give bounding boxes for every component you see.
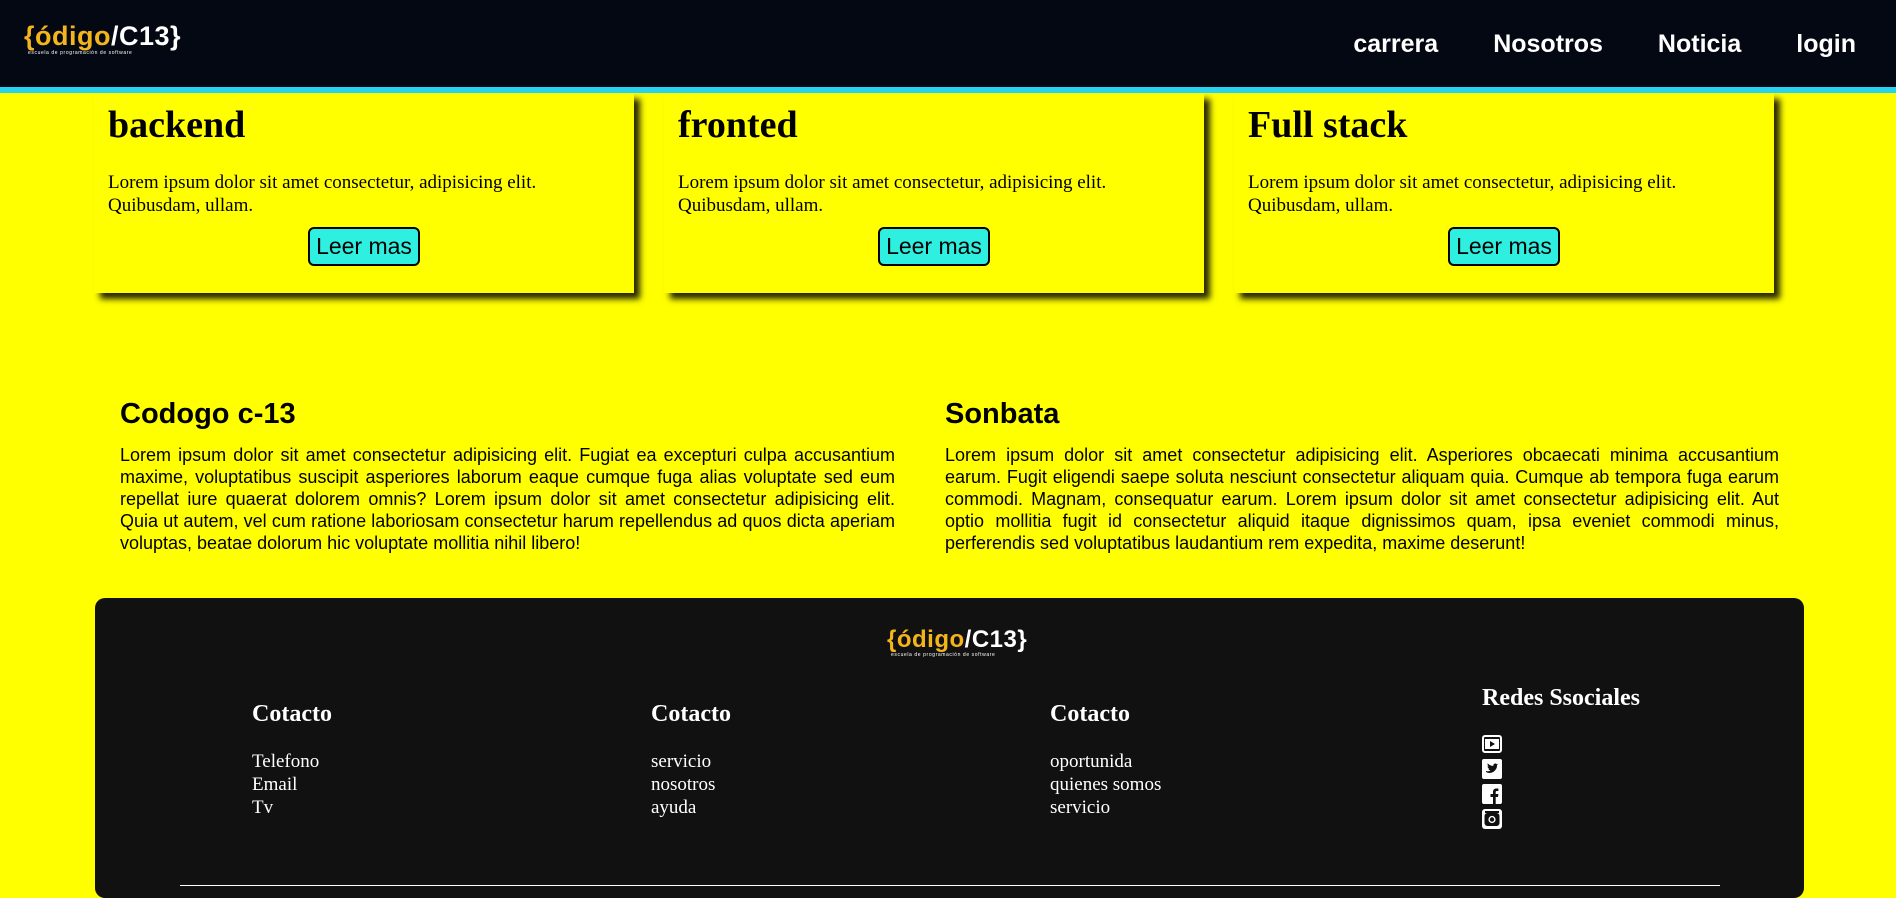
- footer-column-title: Cotacto: [651, 701, 731, 727]
- twitter-icon[interactable]: [1482, 759, 1502, 779]
- logo-wordmark-yellow: {ódigo: [887, 626, 965, 653]
- about-text: Lorem ipsum dolor sit amet consectetur a…: [945, 445, 1779, 553]
- card-title: backend: [108, 104, 246, 146]
- nav-link-noticia[interactable]: Noticia: [1658, 30, 1741, 59]
- youtube-icon[interactable]: [1482, 734, 1502, 754]
- social-icon-list: [1482, 734, 1640, 829]
- read-more-button[interactable]: Leer mas: [878, 227, 990, 266]
- footer-logo[interactable]: {ódigo/C13} escuela de programación de s…: [887, 628, 1027, 659]
- facebook-icon[interactable]: [1482, 784, 1502, 804]
- card-title: Full stack: [1248, 104, 1408, 146]
- footer-link-telefono[interactable]: Telefono: [252, 750, 332, 773]
- card-title: fronted: [678, 104, 798, 146]
- logo-wordmark: {ódigo/C13}: [887, 628, 1027, 652]
- footer-link-servicio[interactable]: servicio: [1050, 796, 1161, 819]
- site-footer: {ódigo/C13} escuela de programación de s…: [95, 598, 1804, 898]
- about-section-codogo: Codogo c-13 Lorem ipsum dolor sit amet c…: [120, 396, 895, 554]
- about-title: Codogo c-13: [120, 398, 296, 430]
- main-nav: carrera Nosotros Noticia login: [1353, 30, 1856, 59]
- nav-link-carrera[interactable]: carrera: [1353, 30, 1438, 59]
- social-section: Redes Ssociales: [1482, 684, 1640, 829]
- footer-column-2: Cotacto servicio nosotros ayuda: [651, 700, 731, 819]
- about-text: Lorem ipsum dolor sit amet consectetur a…: [120, 445, 895, 553]
- read-more-button[interactable]: Leer mas: [308, 227, 420, 266]
- footer-link-list: Telefono Email Tv: [252, 750, 332, 819]
- card-text: Lorem ipsum dolor sit amet consectetur, …: [678, 172, 1107, 216]
- logo-wordmark: {ódigo/C13}: [24, 22, 181, 50]
- footer-column-1: Cotacto Telefono Email Tv: [252, 700, 332, 819]
- footer-link-servicio[interactable]: servicio: [651, 750, 731, 773]
- site-logo[interactable]: {ódigo/C13} escuela de programación de s…: [24, 22, 181, 56]
- top-navbar: {ódigo/C13} escuela de programación de s…: [0, 0, 1896, 93]
- about-title: Sonbata: [945, 398, 1060, 430]
- card-text: Lorem ipsum dolor sit amet consectetur, …: [1248, 172, 1677, 216]
- instagram-icon[interactable]: [1482, 809, 1502, 829]
- course-card-backend: backend Lorem ipsum dolor sit amet conse…: [94, 93, 634, 293]
- footer-link-oportunida[interactable]: oportunida: [1050, 750, 1161, 773]
- logo-wordmark-yellow: {ódigo: [24, 21, 111, 51]
- footer-link-ayuda[interactable]: ayuda: [651, 796, 731, 819]
- footer-link-nosotros[interactable]: nosotros: [651, 773, 731, 796]
- course-card-fullstack: Full stack Lorem ipsum dolor sit amet co…: [1234, 93, 1774, 293]
- logo-wordmark-white: /C13}: [964, 626, 1028, 653]
- card-text: Lorem ipsum dolor sit amet consectetur, …: [108, 172, 537, 216]
- footer-column-title: Cotacto: [252, 701, 332, 727]
- course-card-fronted: fronted Lorem ipsum dolor sit amet conse…: [664, 93, 1204, 293]
- about-section-sonbata: Sonbata Lorem ipsum dolor sit amet conse…: [945, 396, 1779, 554]
- footer-link-list: oportunida quienes somos servicio: [1050, 750, 1161, 819]
- nav-link-login[interactable]: login: [1796, 30, 1856, 59]
- footer-link-list: servicio nosotros ayuda: [651, 750, 731, 819]
- nav-link-nosotros[interactable]: Nosotros: [1493, 30, 1603, 59]
- footer-link-quienes-somos[interactable]: quienes somos: [1050, 773, 1161, 796]
- read-more-button[interactable]: Leer mas: [1448, 227, 1560, 266]
- logo-wordmark-white: /C13}: [110, 21, 182, 51]
- footer-link-email[interactable]: Email: [252, 773, 332, 796]
- social-title: Redes Ssociales: [1482, 685, 1640, 711]
- footer-link-tv[interactable]: Tv: [252, 796, 332, 819]
- footer-column-3: Cotacto oportunida quienes somos servici…: [1050, 700, 1161, 819]
- footer-column-title: Cotacto: [1050, 701, 1130, 727]
